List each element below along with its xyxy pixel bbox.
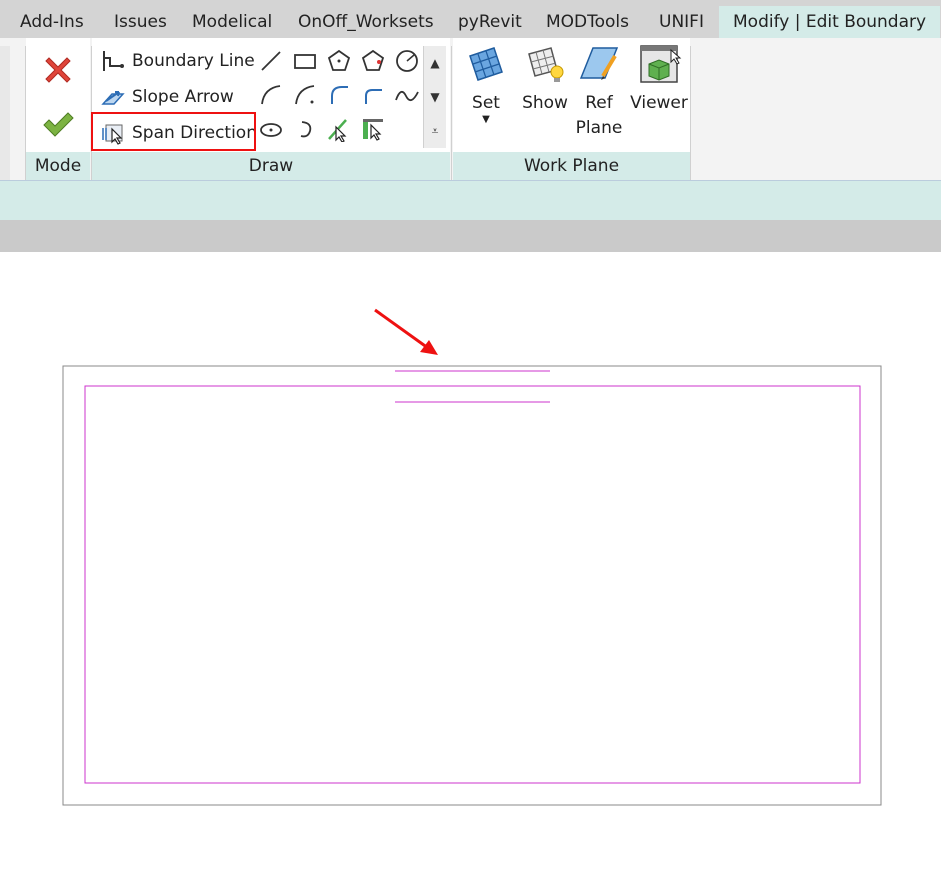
viewer-label: Viewer bbox=[630, 93, 688, 113]
ribbon-tab-bar: Add-Ins Issues Modelical OnOff_Worksets … bbox=[0, 0, 941, 38]
start-end-arc-icon bbox=[261, 85, 281, 105]
show-workplane-button[interactable]: Show bbox=[515, 42, 575, 116]
draw-panel: Boundary Line Slope Arrow Span Direction bbox=[92, 38, 450, 180]
rectangle-tool[interactable] bbox=[290, 46, 320, 76]
draw-gallery-scroller: ▲ ▼ ⩡ bbox=[423, 46, 446, 148]
drawing-canvas[interactable] bbox=[0, 252, 941, 865]
view-tab-strip bbox=[0, 220, 941, 252]
show-label: Show bbox=[522, 93, 568, 113]
ribbon-left-stub bbox=[0, 46, 10, 180]
show-workplane-icon bbox=[528, 47, 564, 82]
set-workplane-icon bbox=[469, 47, 503, 81]
finish-edit-button[interactable] bbox=[40, 106, 76, 142]
boundary-line-button[interactable]: Boundary Line bbox=[100, 44, 255, 78]
boundary-sketch[interactable] bbox=[84, 385, 861, 784]
fillet-arc-tool[interactable] bbox=[358, 80, 388, 110]
floor-outline bbox=[62, 365, 882, 806]
boundary-line-label: Boundary Line bbox=[132, 51, 255, 71]
spline-tool[interactable] bbox=[392, 80, 422, 110]
tab-modify-edit-boundary[interactable]: Modify | Edit Boundary bbox=[719, 6, 941, 38]
partial-ellipse-icon bbox=[300, 121, 312, 138]
viewer-button[interactable]: Viewer bbox=[629, 42, 689, 116]
gallery-expand-icon[interactable]: ⩡ bbox=[424, 114, 446, 148]
work-plane-panel: Set ▼ Show Ref Plane Viewer Work Plane bbox=[453, 38, 690, 180]
sketch-view bbox=[62, 308, 882, 806]
set-workplane-button[interactable]: Set ▼ bbox=[457, 42, 515, 125]
work-plane-panel-title: Work Plane bbox=[453, 152, 690, 180]
circumscribed-polygon-tool[interactable] bbox=[358, 46, 388, 76]
center-ends-arc-tool[interactable] bbox=[290, 80, 320, 110]
slope-arrow-label: Slope Arrow bbox=[132, 87, 234, 107]
circle-tool[interactable] bbox=[392, 46, 422, 76]
circumscribed-polygon-icon bbox=[361, 49, 385, 71]
ref-plane-button[interactable]: Ref Plane bbox=[575, 42, 623, 141]
tab-pyrevit[interactable]: pyRevit bbox=[458, 0, 522, 38]
viewer-icon bbox=[640, 45, 682, 83]
rectangle-icon bbox=[294, 54, 316, 69]
tab-onoff-worksets[interactable]: OnOff_Worksets bbox=[298, 0, 434, 38]
red-arrow-icon bbox=[374, 308, 438, 355]
tab-modelical[interactable]: Modelical bbox=[192, 0, 272, 38]
spline-icon bbox=[395, 90, 419, 102]
ref-label-line2: Plane bbox=[575, 118, 623, 138]
pick-walls-icon bbox=[363, 119, 383, 141]
line-icon bbox=[261, 51, 281, 71]
circle-icon bbox=[396, 50, 418, 72]
pick-lines-icon bbox=[328, 119, 347, 142]
ref-label-line1: Ref bbox=[585, 93, 613, 113]
draw-panel-title: Draw bbox=[92, 152, 450, 180]
inscribed-polygon-tool[interactable] bbox=[324, 46, 354, 76]
draw-tools-gallery bbox=[256, 44, 423, 148]
gallery-scroll-up-icon[interactable]: ▲ bbox=[424, 46, 446, 80]
gallery-scroll-down-icon[interactable]: ▼ bbox=[424, 80, 446, 114]
span-direction-highlight bbox=[91, 112, 256, 151]
ellipse-icon bbox=[260, 123, 282, 137]
start-end-arc-tool[interactable] bbox=[256, 80, 286, 110]
cancel-edit-button[interactable] bbox=[40, 52, 76, 88]
slope-arrow-button[interactable]: Slope Arrow bbox=[100, 80, 234, 114]
tab-add-ins[interactable]: Add-Ins bbox=[20, 0, 84, 38]
ellipse-tool[interactable] bbox=[256, 114, 286, 144]
center-ends-arc-icon bbox=[295, 85, 315, 105]
partial-ellipse-tool[interactable] bbox=[290, 114, 320, 144]
green-check-icon bbox=[43, 112, 74, 137]
boundary-line-icon bbox=[103, 51, 124, 71]
tab-modtools[interactable]: MODTools bbox=[546, 0, 629, 38]
mode-panel: Mode bbox=[26, 38, 90, 180]
tab-unifi[interactable]: UNIFI bbox=[659, 0, 704, 38]
slope-arrow-icon bbox=[101, 91, 125, 105]
set-label: Set bbox=[472, 93, 500, 113]
set-dropdown-icon[interactable]: ▼ bbox=[457, 115, 515, 125]
pick-lines-tool[interactable] bbox=[324, 114, 354, 144]
inscribed-polygon-icon bbox=[327, 49, 351, 71]
ref-plane-icon bbox=[579, 47, 619, 80]
options-bar bbox=[0, 180, 941, 221]
tangent-arc-tool[interactable] bbox=[324, 80, 354, 110]
pick-walls-tool[interactable] bbox=[358, 114, 388, 144]
fillet-arc-icon bbox=[365, 89, 382, 104]
line-tool[interactable] bbox=[256, 46, 286, 76]
red-x-icon bbox=[45, 57, 71, 83]
tangent-arc-icon bbox=[331, 86, 348, 104]
mode-panel-title: Mode bbox=[26, 152, 90, 180]
tab-issues[interactable]: Issues bbox=[114, 0, 167, 38]
